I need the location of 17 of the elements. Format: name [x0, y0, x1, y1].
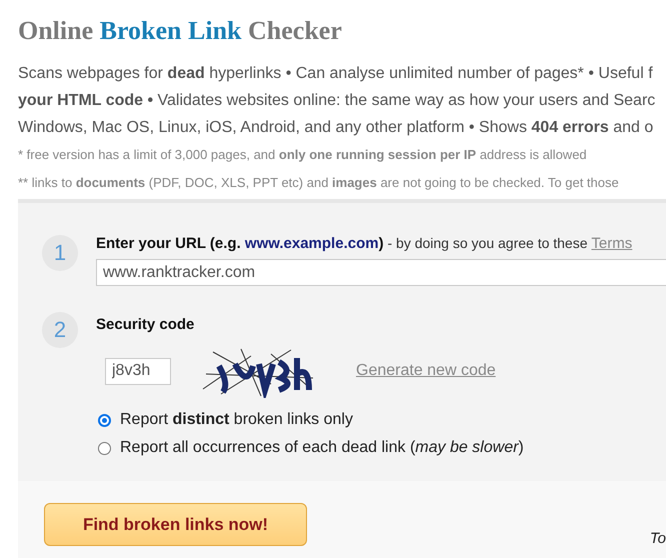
- field-label: Security code: [96, 316, 194, 333]
- radio-button[interactable]: [98, 442, 111, 454]
- option-label: Report all occurrences of each dead link (may be slower): [120, 439, 524, 457]
- url-field[interactable]: www.ranktracker.com: [96, 259, 666, 286]
- submit-button[interactable]: Find broken links now!: [44, 503, 307, 546]
- step-number: 1: [42, 235, 78, 271]
- description-line: Windows, Mac OS, Linux, iOS, Android, and any other platform • Shows 404 errors and o: [18, 118, 654, 138]
- field-label: Enter your URL (e.g. www.example.com) - by doing so you agree to these Terms: [96, 235, 634, 254]
- description-line: your HTML code • Validates websites online: the same way as how your users and Searc: [18, 91, 656, 111]
- footnote: ** links to documents (PDF, DOC, XLS, PPT etc) and images are not going to be checked. To get those: [18, 174, 620, 192]
- description-line: Scans webpages for dead hyperlinks • Can analyse unlimited number of pages* • Useful f: [18, 64, 654, 84]
- step-number: 2: [42, 312, 78, 348]
- option-label: Report distinct broken links only: [120, 411, 353, 429]
- footnote: * free version has a limit of 3,000 pages, and only one running session per IP address is allowed: [18, 146, 588, 164]
- side-text: To: [650, 530, 666, 547]
- radio-button[interactable]: [98, 414, 111, 426]
- page-title: Online Broken Link Checker: [17, 15, 343, 47]
